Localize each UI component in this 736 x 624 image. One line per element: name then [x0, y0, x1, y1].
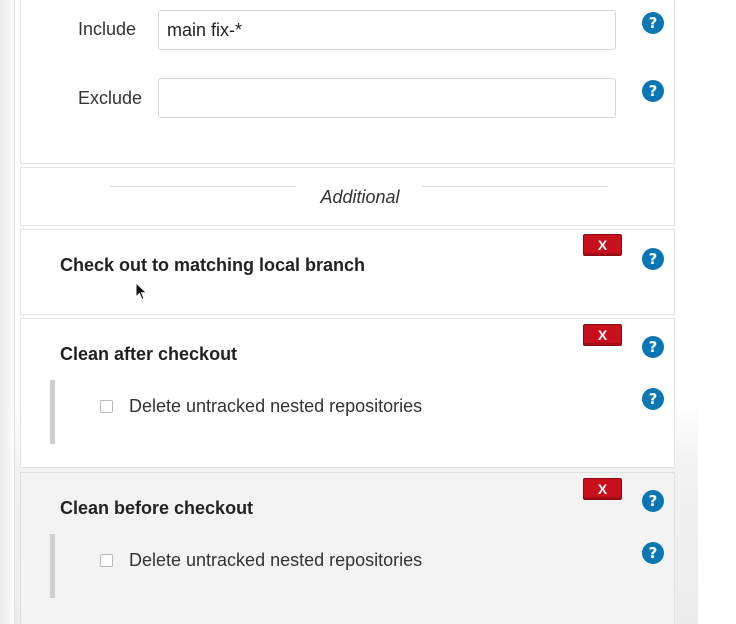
nested-indent-bar	[50, 534, 55, 598]
include-input[interactable]	[158, 10, 616, 50]
help-icon[interactable]: ?	[642, 542, 664, 564]
help-icon[interactable]: ?	[642, 490, 664, 512]
delete-button[interactable]: X	[583, 234, 622, 256]
nested-indent-bar	[50, 380, 55, 444]
behaviour-clean-before-checkout	[20, 472, 675, 624]
behaviour-clean-after-checkout	[20, 318, 675, 468]
right-margin	[698, 0, 736, 624]
delete-untracked-label: Delete untracked nested repositories	[129, 396, 423, 416]
behaviour-title: Clean after checkout	[60, 344, 238, 364]
exclude-label: Exclude	[78, 88, 143, 108]
left-scroll-rail	[0, 0, 15, 624]
mouse-pointer-icon	[135, 282, 148, 301]
behaviour-title: Check out to matching local branch	[60, 255, 366, 275]
additional-section-title: Additional	[320, 187, 400, 207]
delete-untracked-checkbox[interactable]	[100, 554, 113, 567]
help-icon[interactable]: ?	[642, 388, 664, 410]
delete-button[interactable]: X	[583, 324, 622, 346]
include-label: Include	[78, 19, 137, 39]
help-icon[interactable]: ?	[642, 336, 664, 358]
help-icon[interactable]: ?	[642, 12, 664, 34]
delete-untracked-label: Delete untracked nested repositories	[129, 550, 423, 570]
exclude-input[interactable]	[158, 78, 616, 118]
behaviour-title: Clean before checkout	[60, 498, 254, 518]
delete-button[interactable]: X	[583, 478, 622, 500]
jenkins-config-page: Include ? Exclude ? Additional X ? Check…	[0, 0, 736, 624]
delete-untracked-checkbox[interactable]	[100, 400, 113, 413]
divider-left	[110, 186, 296, 187]
help-icon[interactable]: ?	[642, 80, 664, 102]
divider-right	[422, 186, 608, 187]
help-icon[interactable]: ?	[642, 248, 664, 270]
